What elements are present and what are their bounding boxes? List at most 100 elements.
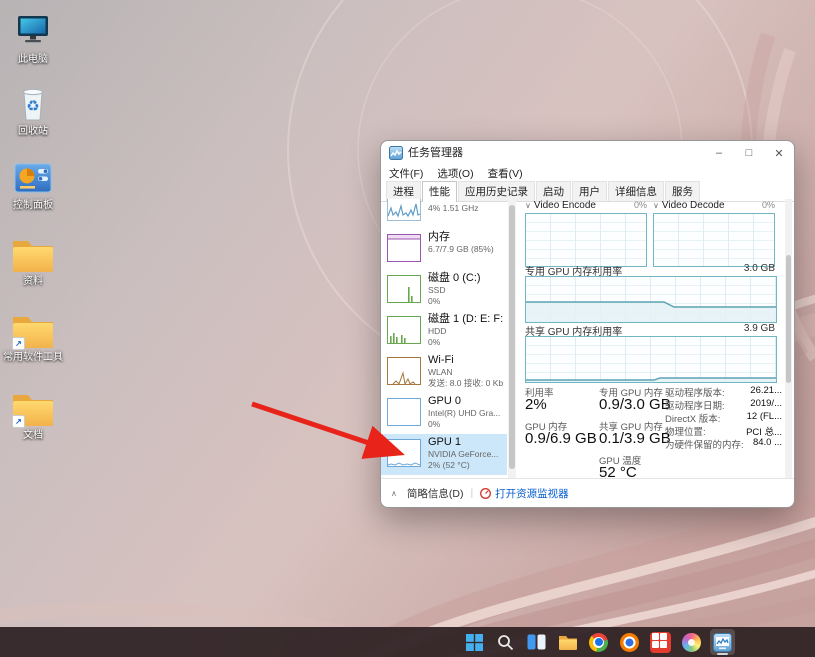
detail-label: 物理位置:	[665, 427, 706, 438]
video-encode-value: 0%	[633, 200, 647, 210]
shortcut-arrow-icon: ↗	[12, 337, 25, 350]
sidebar-item-cpu[interactable]: CPU 4% 1.51 GHz	[381, 199, 507, 229]
start-button[interactable]	[462, 629, 487, 655]
detail-row: 物理位置: PCI 总...	[665, 424, 782, 438]
title-bar[interactable]: 任务管理器 – □ ✕	[381, 141, 794, 165]
chevron-down-icon[interactable]: ∨	[653, 201, 659, 210]
orange-browser-icon	[620, 632, 639, 652]
menu-view[interactable]: 查看(V)	[488, 166, 523, 181]
office-app-icon	[650, 631, 671, 653]
gpu-detail-panel: ∨ Video Encode 0% ∨ Video Decode 0% 专用 GPU…	[521, 199, 794, 481]
dedicated-memory-chart	[525, 276, 777, 323]
tab-startup[interactable]: 启动	[536, 181, 571, 201]
fewer-details-toggle[interactable]: 简略信息(D)	[407, 486, 464, 501]
tab-details[interactable]: 详细信息	[608, 181, 664, 201]
chevron-up-icon[interactable]: ∧	[391, 489, 397, 498]
tab-services[interactable]: 服务	[665, 181, 700, 201]
chevron-down-icon[interactable]: ∨	[525, 201, 531, 210]
sidebar-item-title: GPU 1	[428, 436, 462, 448]
sidebar-item-disk1[interactable]: 磁盘 1 (D: E: F: HDD 0%	[381, 311, 507, 352]
gpu-memory-value: 0.9/6.9 GB	[525, 430, 597, 447]
sidebar-item-sub: Intel(R) UHD Gra...	[428, 408, 501, 418]
tab-users[interactable]: 用户	[572, 181, 607, 201]
open-resource-monitor-link[interactable]: 打开资源监视器	[480, 486, 569, 501]
icon-label: 资料	[23, 276, 43, 287]
window-title: 任务管理器	[408, 147, 463, 159]
icon-label: 常用软件工具	[3, 352, 63, 363]
folder-icon	[2, 228, 64, 274]
detail-label: 驱动程序日期:	[665, 401, 725, 412]
sidebar-scrollbar[interactable]	[508, 199, 516, 479]
resource-monitor-icon	[480, 487, 492, 499]
video-decode-chart	[653, 213, 775, 267]
maximize-button[interactable]: □	[734, 141, 764, 165]
red-annotation-arrow	[251, 401, 405, 459]
task-manager-taskbar-button[interactable]	[710, 629, 735, 655]
file-explorer-icon	[558, 635, 577, 650]
search-button[interactable]	[493, 629, 518, 655]
detail-value: 84.0 ...	[752, 437, 782, 448]
chrome-icon	[589, 632, 608, 652]
sidebar-item-disk0[interactable]: 磁盘 0 (C:) SSD 0%	[381, 270, 507, 311]
status-bar: ∧ 简略信息(D) | 打开资源监视器	[381, 478, 794, 507]
detail-row: 驱动程序日期: 2019/...	[665, 398, 782, 412]
wifi-sparkline	[387, 357, 421, 385]
detail-label: 驱动程序版本:	[665, 388, 725, 399]
folder-shortcut-icon: ↗	[2, 382, 64, 428]
detail-row: DirectX 版本: 12 (FL...	[665, 411, 782, 425]
task-view-icon	[527, 634, 546, 650]
menu-file[interactable]: 文件(F)	[389, 166, 423, 181]
video-decode-value: 0%	[761, 200, 775, 210]
palette-app-icon	[682, 632, 701, 652]
cpu-sparkline	[387, 199, 421, 221]
video-encode-label: Video Encode	[533, 199, 596, 211]
desktop-icon-folder-2[interactable]: ↗ 常用软件工具	[2, 304, 64, 363]
palette-app-button[interactable]	[679, 629, 704, 655]
shared-gpu-memory-value: 0.1/3.9 GB	[599, 430, 671, 447]
memory-sparkline	[387, 234, 421, 262]
sidebar-item-title: Wi-Fi	[428, 354, 454, 366]
task-manager-app-icon	[389, 146, 403, 160]
sidebar-item-sub: 4% 1.51 GHz	[428, 203, 479, 213]
sidebar-item-title: 磁盘 0 (C:)	[428, 272, 481, 284]
dedicated-gpu-memory-value: 0.9/3.0 GB	[599, 396, 671, 413]
desktop-icon-folder-1[interactable]: 资料	[2, 228, 64, 287]
menu-bar: 文件(F) 选项(O) 查看(V)	[381, 165, 794, 182]
orange-browser-button[interactable]	[617, 629, 642, 655]
desktop-icon-folder-3[interactable]: ↗ 文档	[2, 382, 64, 441]
sidebar-item-memory[interactable]: 内存 6.7/7.9 GB (85%)	[381, 229, 507, 270]
sidebar-item-wifi[interactable]: Wi-Fi WLAN 发送: 8.0 接收: 0 Kb	[381, 352, 507, 393]
taskbar-icon-row	[462, 629, 735, 655]
desktop-icon-control-panel[interactable]: 控制面板	[2, 152, 64, 211]
sidebar-item-sub: 0%	[428, 295, 441, 306]
detail-label: 为硬件保留的内存:	[665, 440, 744, 451]
utilization-value: 2%	[525, 396, 547, 413]
office-app-button[interactable]	[648, 629, 673, 655]
sidebar-item-sub: HDD	[428, 326, 447, 336]
close-button[interactable]: ✕	[764, 141, 794, 165]
task-view-button[interactable]	[524, 629, 549, 655]
file-explorer-button[interactable]	[555, 629, 580, 655]
tab-app-history[interactable]: 应用历史记录	[458, 181, 535, 201]
video-encode-group: ∨ Video Encode 0%	[525, 199, 647, 267]
video-decode-group: ∨ Video Decode 0%	[653, 199, 775, 267]
detail-label: DirectX 版本:	[665, 414, 721, 425]
main-scrollbar[interactable]	[785, 199, 792, 479]
tab-processes[interactable]: 进程	[386, 181, 421, 201]
folder-shortcut-icon: ↗	[2, 304, 64, 350]
scrollbar-thumb[interactable]	[786, 255, 791, 383]
sidebar-item-title: 内存	[428, 231, 450, 243]
divider: |	[470, 487, 474, 499]
chrome-browser-button[interactable]	[586, 629, 611, 655]
menu-options[interactable]: 选项(O)	[437, 166, 473, 181]
scrollbar-thumb[interactable]	[509, 205, 515, 469]
icon-label: 回收站	[18, 126, 48, 137]
sidebar-item-sub: 6.7/7.9 GB (85%)	[428, 244, 494, 254]
desktop-icon-recycle-bin[interactable]: ♻ 回收站	[2, 78, 64, 137]
control-panel-icon	[2, 152, 64, 198]
minimize-button[interactable]: –	[704, 141, 734, 165]
desktop-icon-this-pc[interactable]: 此电脑	[2, 6, 64, 65]
video-decode-label: Video Decode	[661, 199, 725, 211]
resource-monitor-label: 打开资源监视器	[495, 487, 569, 500]
sidebar-item-sub: WLAN	[428, 367, 453, 377]
